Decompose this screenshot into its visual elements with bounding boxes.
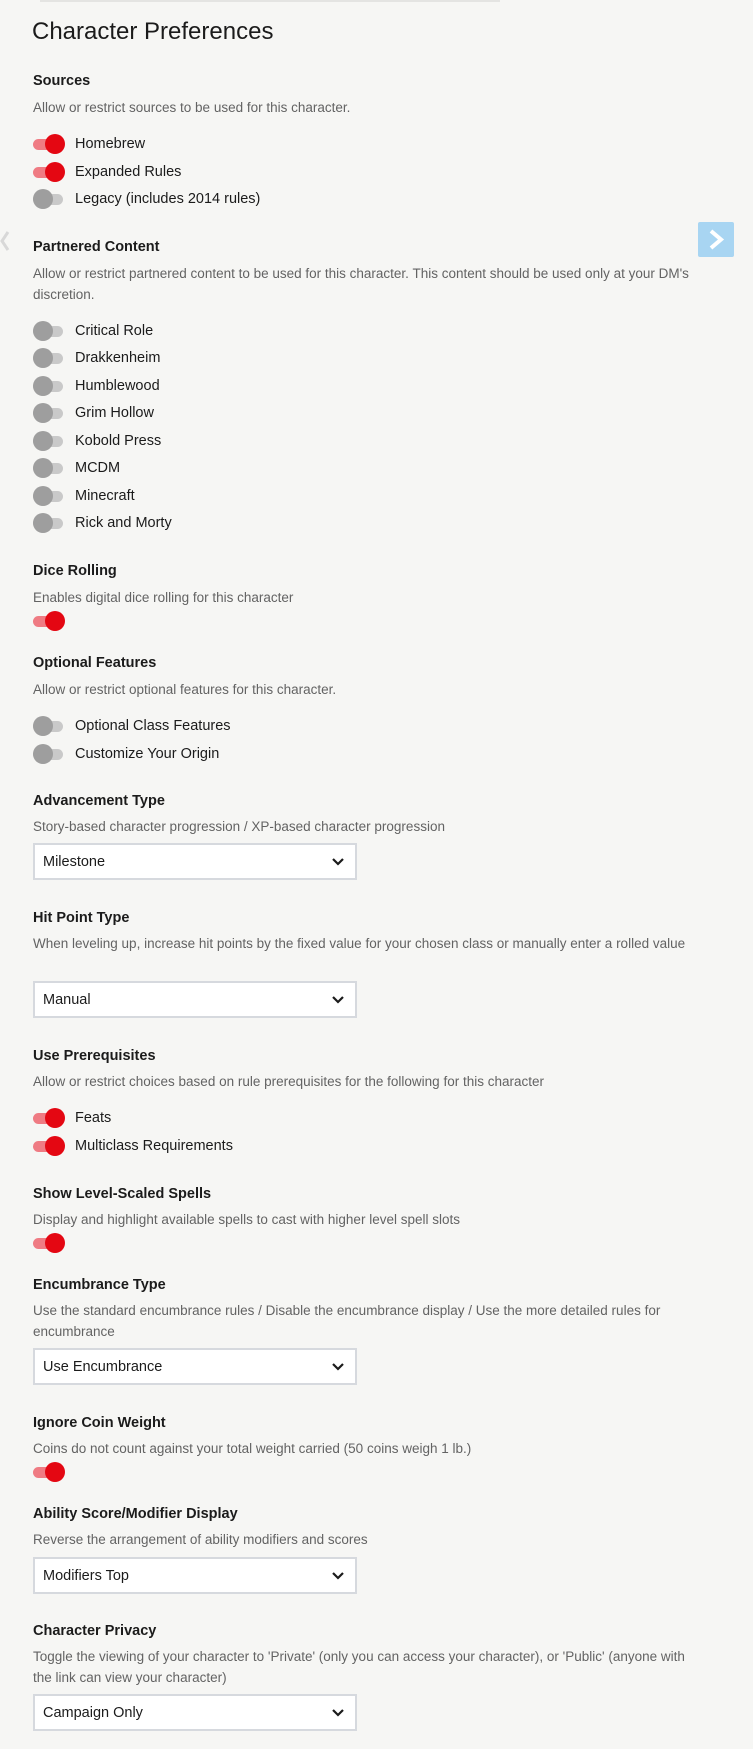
chevron-down-icon xyxy=(332,1362,344,1371)
chevron-down-icon xyxy=(332,857,344,866)
toggle-switch-icon[interactable] xyxy=(33,1232,66,1254)
toggle-label: Expanded Rules xyxy=(75,164,182,180)
toggle-switch-icon[interactable] xyxy=(33,1107,66,1129)
partnered-heading: Partnered Content xyxy=(33,239,160,255)
privacy-description: Toggle the viewing of your character to … xyxy=(33,1649,685,1685)
toggle-label: MCDM xyxy=(75,460,121,476)
toggle-switch-icon[interactable] xyxy=(33,743,66,765)
toggle-switch-icon[interactable] xyxy=(33,375,66,397)
chevron-right-icon xyxy=(709,229,725,250)
chevron-down-icon xyxy=(332,995,344,1004)
toggle-label: Feats xyxy=(75,1110,112,1126)
toggle-label: Optional Class Features xyxy=(75,718,231,734)
chevron-down-icon xyxy=(332,1708,344,1717)
toggle-switch-icon[interactable] xyxy=(33,133,66,155)
sources-heading: Sources xyxy=(33,73,91,89)
scaled-spells-description: Display and highlight available spells t… xyxy=(33,1212,460,1227)
customize-origin-toggle[interactable]: Customize Your Origin xyxy=(33,743,219,765)
partner-drakkenheim-toggle[interactable]: Drakkenheim xyxy=(33,347,160,369)
prev-arrow-icon[interactable] xyxy=(0,226,10,256)
dice-description: Enables digital dice rolling for this ch… xyxy=(33,590,294,605)
character-privacy-select[interactable]: Campaign Only xyxy=(33,1694,357,1731)
toggle-switch-icon[interactable] xyxy=(33,430,66,452)
ability-display-description: Reverse the arrangement of ability modif… xyxy=(33,1532,368,1547)
coin-weight-description: Coins do not count against your total we… xyxy=(33,1441,472,1456)
toggle-label: Grim Hollow xyxy=(75,405,154,421)
toggle-label: Drakkenheim xyxy=(75,350,161,366)
select-value: Milestone xyxy=(43,853,106,870)
toggle-label: Minecraft xyxy=(75,488,135,504)
encumbrance-description: Use the standard encumbrance rules / Dis… xyxy=(33,1303,661,1339)
toggle-switch-icon[interactable] xyxy=(33,347,66,369)
hitpoint-heading: Hit Point Type xyxy=(33,910,130,926)
toggle-label: Customize Your Origin xyxy=(75,746,220,762)
select-value: Campaign Only xyxy=(43,1704,143,1721)
toggle-switch-icon[interactable] xyxy=(33,161,66,183)
toggle-switch-icon[interactable] xyxy=(33,1461,66,1483)
toggle-switch-icon[interactable] xyxy=(33,457,66,479)
page-title: Character Preferences xyxy=(32,18,274,45)
toggle-switch-icon[interactable] xyxy=(33,485,66,507)
select-value: Modifiers Top xyxy=(43,1567,129,1584)
source-legacy-toggle[interactable]: Legacy (includes 2014 rules) xyxy=(33,188,260,210)
source-expanded-rules-toggle[interactable]: Expanded Rules xyxy=(33,161,181,183)
partner-grim-hollow-toggle[interactable]: Grim Hollow xyxy=(33,402,154,424)
dice-rolling-toggle[interactable] xyxy=(33,610,66,632)
toggle-label: Rick and Morty xyxy=(75,515,172,531)
partner-critical-role-toggle[interactable]: Critical Role xyxy=(33,320,153,342)
partner-rick-and-morty-toggle[interactable]: Rick and Morty xyxy=(33,512,172,534)
optional-heading: Optional Features xyxy=(33,655,157,671)
hitpoint-description: When leveling up, increase hit points by… xyxy=(33,936,686,951)
optional-description: Allow or restrict optional features for … xyxy=(33,682,337,697)
encumbrance-type-select[interactable]: Use Encumbrance xyxy=(33,1348,357,1385)
partnered-description: Allow or restrict partnered content to b… xyxy=(33,266,689,302)
prereq-heading: Use Prerequisites xyxy=(33,1048,156,1064)
toggle-label: Homebrew xyxy=(75,136,146,152)
partner-minecraft-toggle[interactable]: Minecraft xyxy=(33,485,135,507)
top-divider xyxy=(40,0,500,2)
toggle-switch-icon[interactable] xyxy=(33,512,66,534)
advancement-type-select[interactable]: Milestone xyxy=(33,843,357,880)
coin-weight-toggle[interactable] xyxy=(33,1461,66,1483)
partner-humblewood-toggle[interactable]: Humblewood xyxy=(33,375,160,397)
toggle-label: Humblewood xyxy=(75,378,160,394)
toggle-switch-icon[interactable] xyxy=(33,188,66,210)
toggle-label: Multiclass Requirements xyxy=(75,1138,233,1154)
partner-kobold-press-toggle[interactable]: Kobold Press xyxy=(33,430,161,452)
hit-point-type-select[interactable]: Manual xyxy=(33,981,357,1018)
next-arrow-button[interactable] xyxy=(698,222,734,257)
toggle-switch-icon[interactable] xyxy=(33,1135,66,1157)
sources-description: Allow or restrict sources to be used for… xyxy=(33,100,351,115)
advancement-description: Story-based character progression / XP-b… xyxy=(33,819,445,834)
ability-display-select[interactable]: Modifiers Top xyxy=(33,1557,357,1594)
coin-weight-heading: Ignore Coin Weight xyxy=(33,1415,166,1431)
encumbrance-heading: Encumbrance Type xyxy=(33,1277,166,1293)
character-preferences-page: Character Preferences Sources Allow or r… xyxy=(0,0,753,1749)
toggle-switch-icon[interactable] xyxy=(33,320,66,342)
source-homebrew-toggle[interactable]: Homebrew xyxy=(33,133,145,155)
toggle-label: Critical Role xyxy=(75,323,154,339)
prereq-description: Allow or restrict choices based on rule … xyxy=(33,1074,544,1089)
toggle-switch-icon[interactable] xyxy=(33,402,66,424)
optional-class-features-toggle[interactable]: Optional Class Features xyxy=(33,715,231,737)
prereq-feats-toggle[interactable]: Feats xyxy=(33,1107,111,1129)
select-value: Use Encumbrance xyxy=(43,1358,163,1375)
partner-mcdm-toggle[interactable]: MCDM xyxy=(33,457,120,479)
ability-display-heading: Ability Score/Modifier Display xyxy=(33,1506,238,1522)
toggle-switch-icon[interactable] xyxy=(33,715,66,737)
privacy-heading: Character Privacy xyxy=(33,1623,157,1639)
chevron-down-icon xyxy=(332,1571,344,1580)
dice-heading: Dice Rolling xyxy=(33,563,117,579)
toggle-switch-icon[interactable] xyxy=(33,610,66,632)
toggle-label: Kobold Press xyxy=(75,433,162,449)
scaled-spells-toggle[interactable] xyxy=(33,1232,66,1254)
scaled-spells-heading: Show Level-Scaled Spells xyxy=(33,1186,212,1202)
advancement-heading: Advancement Type xyxy=(33,793,165,809)
toggle-label: Legacy (includes 2014 rules) xyxy=(75,191,261,207)
prereq-multiclass-toggle[interactable]: Multiclass Requirements xyxy=(33,1135,233,1157)
select-value: Manual xyxy=(43,991,91,1008)
